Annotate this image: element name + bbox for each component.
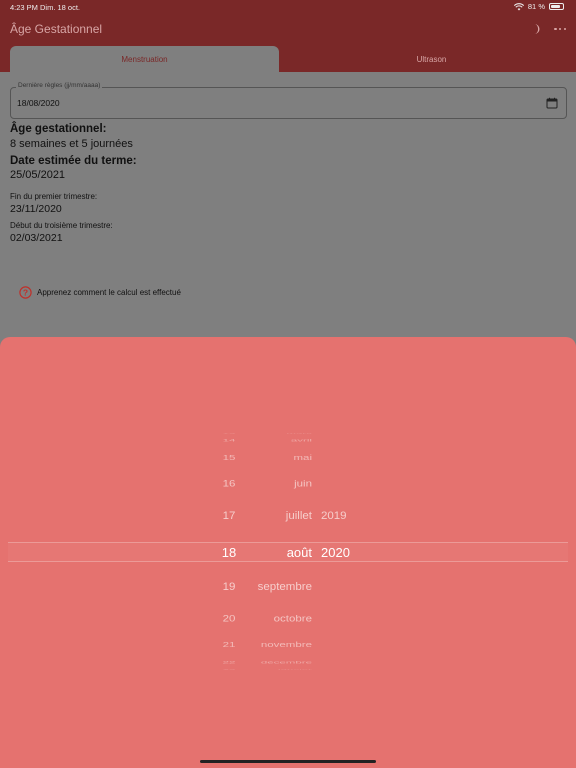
year-selected[interactable]: 2020 [321,546,350,559]
day-option[interactable]: 19 [205,581,253,593]
month-wheel[interactable]: mars avril mai juin juillet août septembre octo… [248,428,316,678]
tab-menstruation[interactable]: Menstruation [10,46,279,72]
year-wheel[interactable]: 2019 2020 [318,428,362,678]
calendar-icon[interactable] [546,97,558,109]
moon-icon[interactable] [528,23,540,35]
battery-percent: 81 % [527,2,545,11]
gestational-age-value: 8 semaines et 5 journées [10,138,133,150]
day-option[interactable]: 15 [205,455,253,462]
day-wheel[interactable]: 13 14 15 16 17 18 19 20 21 22 23 [205,428,253,678]
status-right: 81 % [513,2,564,11]
wifi-icon [513,2,524,10]
first-trimester-value: 23/11/2020 [10,203,62,215]
status-time: 4:23 PM [10,3,38,12]
day-option[interactable]: 16 [205,479,253,489]
gestational-age-label: Âge gestationnel: [10,123,107,135]
day-option[interactable]: 20 [205,615,253,624]
due-date-value: 25/05/2021 [10,169,66,181]
page-title: Âge Gestationnel [10,22,103,36]
day-option[interactable]: 13 [205,434,253,435]
date-field-value[interactable]: 18/08/2020 [17,98,60,108]
day-option[interactable]: 14 [205,439,253,443]
year-option[interactable]: 2019 [321,511,347,522]
month-option[interactable]: juin [294,479,312,489]
status-date: Dim. 18 oct. [40,3,81,12]
month-option[interactable]: avril [291,439,312,443]
first-trimester-label: Fin du premier trimestre: [10,192,98,201]
day-selected[interactable]: 18 [205,546,253,559]
month-option[interactable]: octobre [274,615,312,624]
day-option[interactable]: 17 [205,511,253,522]
month-option[interactable]: mai [293,455,312,462]
battery-icon [549,3,564,10]
question-circle-icon[interactable]: ? [19,286,32,299]
tab-bar: Menstruation Ultrason [0,46,576,72]
date-field-label: Dernière règles (jj/mm/aaaa) [16,82,103,89]
help-link[interactable]: ? Apprenez comment le calcul est effectu… [19,286,181,299]
app-bar: Âge Gestationnel [0,14,576,46]
month-option[interactable]: mars [286,434,312,435]
due-date-label: Date estimée du terme: [10,155,137,167]
day-option[interactable]: 21 [205,642,253,649]
month-option[interactable]: novembre [261,642,312,649]
home-indicator [200,760,376,763]
day-option[interactable]: 23 [205,670,253,671]
month-selected[interactable]: août [287,546,312,559]
third-trimester-value: 02/03/2021 [10,232,63,244]
third-trimester-label: Début du troisième trimestre: [10,221,113,230]
month-option[interactable]: juillet [286,511,312,522]
month-option[interactable]: décembre [261,661,312,665]
svg-text:?: ? [23,288,28,298]
status-bar: 4:23 PM Dim. 18 oct. 81 % [0,0,576,14]
month-option[interactable]: septembre [258,581,312,593]
help-text[interactable]: Apprenez comment le calcul est effectué [37,288,181,297]
day-option[interactable]: 22 [205,661,253,665]
month-option[interactable]: janvier [278,670,312,671]
last-period-date-field[interactable]: Dernière règles (jj/mm/aaaa) 18/08/2020 [10,82,567,119]
tab-ultrason[interactable]: Ultrason [287,46,576,72]
more-icon[interactable] [554,26,566,32]
